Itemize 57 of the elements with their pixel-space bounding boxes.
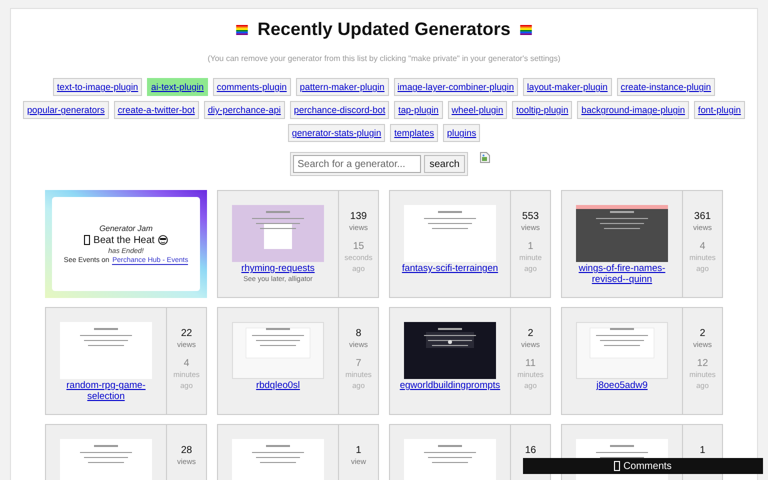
tag-link[interactable]: tooltip-plugin: [512, 101, 572, 119]
time-value: 15: [352, 241, 364, 252]
time-value: 4: [184, 358, 190, 369]
generator-link[interactable]: egworldbuildingprompts: [394, 380, 506, 391]
time-value: 4: [700, 241, 706, 252]
broken-image-icon: [480, 152, 490, 163]
missing-glyph-icon: [84, 235, 90, 245]
view-count: 28: [180, 445, 192, 456]
event-heading: Generator Jam: [99, 224, 153, 232]
tag-link[interactable]: pattern-maker-plugin: [296, 78, 389, 96]
view-count: 2: [528, 328, 534, 339]
tag-link[interactable]: tap-plugin: [394, 101, 443, 119]
rainbow-flag-icon: [518, 24, 533, 34]
view-count: 361: [694, 211, 711, 222]
sunglasses-smiley-icon: [158, 235, 168, 245]
rainbow-flag-icon: [235, 24, 250, 34]
generator-link[interactable]: fantasy-scifi-terraingen: [394, 263, 506, 274]
tag-link[interactable]: create-instance-plugin: [616, 78, 716, 96]
tag-link[interactable]: text-to-image-plugin: [52, 78, 142, 96]
generator-link[interactable]: j8oeo5adw9: [566, 380, 678, 391]
tag-link[interactable]: font-plugin: [694, 101, 745, 119]
tag-link[interactable]: comments-plugin: [212, 78, 291, 96]
view-count: 553: [522, 211, 539, 222]
tag-link[interactable]: plugins: [443, 124, 480, 142]
page-title: Recently Updated Generators: [257, 19, 511, 40]
tag-link[interactable]: wheel-plugin: [448, 101, 508, 119]
tag-link[interactable]: generator-stats-plugin: [288, 124, 386, 142]
view-count: 8: [356, 328, 362, 339]
view-count: 139: [350, 211, 367, 222]
privacy-note: (You can remove your generator from this list by clicking "make private" in your generator's settings): [208, 54, 560, 63]
time-value: 7: [356, 358, 362, 369]
tag-link[interactable]: create-a-twitter-bot: [114, 101, 199, 119]
view-count: 2: [700, 328, 706, 339]
search-field[interactable]: Search for a generator...: [293, 155, 422, 173]
tag-link[interactable]: popular-generators: [23, 101, 109, 119]
search-button[interactable]: search: [424, 155, 464, 173]
view-count: 1: [356, 445, 362, 456]
time-value: 12: [696, 358, 708, 369]
tag-link[interactable]: perchance-discord-bot: [290, 101, 390, 119]
tag-link[interactable]: ai-text-plugin: [147, 78, 208, 96]
tag-link[interactable]: layout-maker-plugin: [522, 78, 612, 96]
tag-link[interactable]: background-image-plugin: [577, 101, 690, 119]
view-count: 16: [524, 445, 536, 456]
generator-link[interactable]: rbdqleo0sl: [222, 380, 334, 391]
tag-link[interactable]: image-layer-combiner-plugin: [394, 78, 518, 96]
time-value: 1: [528, 241, 534, 252]
tag-link[interactable]: templates: [390, 124, 438, 142]
generator-link[interactable]: rhyming-requests: [222, 263, 334, 274]
view-count: 1: [700, 445, 706, 456]
comments-button[interactable]: Comments: [523, 458, 763, 474]
view-count: 22: [180, 328, 192, 339]
tag-link[interactable]: diy-perchance-api: [204, 101, 285, 119]
time-value: 11: [525, 358, 536, 369]
generator-link[interactable]: random-rpg-game-selection: [50, 380, 162, 402]
missing-glyph-icon: [614, 461, 620, 471]
event-name: Beat the Heat: [93, 234, 155, 246]
generator-link[interactable]: wings-of-fire-names-revised--quinn: [566, 263, 678, 285]
